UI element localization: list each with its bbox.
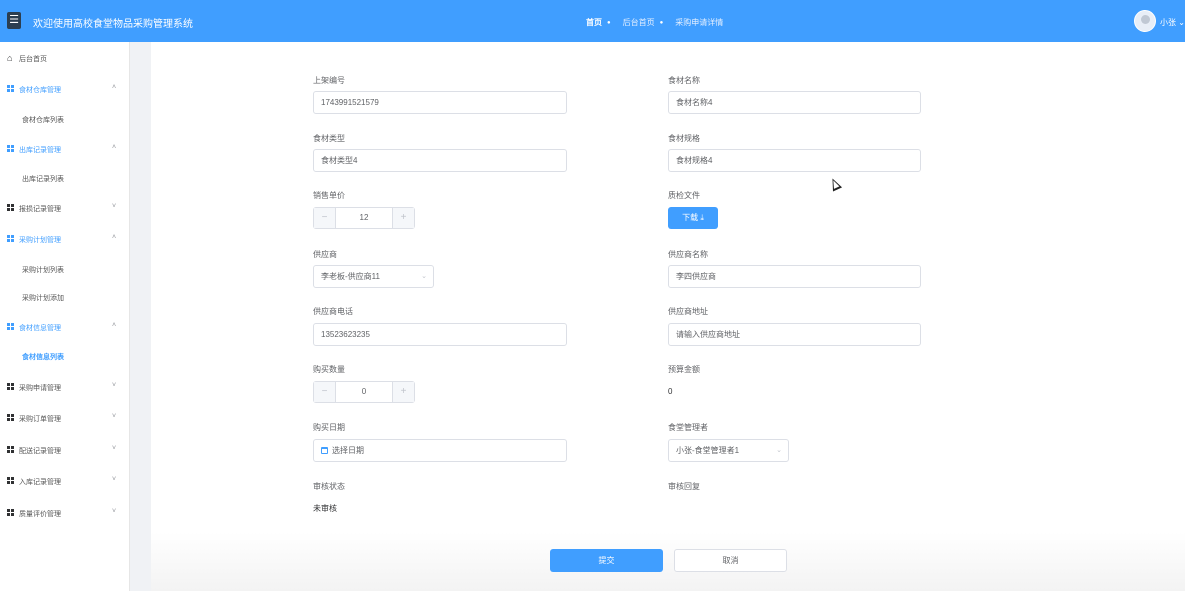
sidebar-group-delivery[interactable]: 配送记录管理 ˅ bbox=[0, 440, 130, 460]
budget-label: 预算金额 bbox=[668, 365, 700, 374]
chevron-up-icon: ˄ bbox=[112, 84, 117, 91]
grid-icon bbox=[7, 85, 15, 93]
supplier-phone-label: 供应商电话 bbox=[313, 307, 353, 316]
chevron-down-icon: ˅ bbox=[112, 382, 117, 389]
grid-icon bbox=[7, 235, 15, 243]
supplier-label: 供应商 bbox=[313, 250, 337, 259]
qc-file-label: 质检文件 bbox=[668, 191, 700, 200]
chevron-up-icon: ˄ bbox=[112, 322, 117, 329]
breadcrumb-separator-icon: ● bbox=[659, 19, 664, 26]
canteen-manager-label: 食堂管理者 bbox=[668, 423, 708, 432]
supplier-name-label: 供应商名称 bbox=[668, 250, 708, 259]
food-spec-input[interactable]: 食材规格4 bbox=[668, 149, 921, 172]
breadcrumb-item-home[interactable]: 首页 ● bbox=[586, 17, 611, 28]
supplier-select[interactable]: 李老板-供应商11 ⌄ bbox=[313, 265, 434, 288]
food-type-label: 食材类型 bbox=[313, 134, 345, 143]
sidebar-item-outbound-list[interactable]: 出库记录列表 bbox=[22, 174, 64, 184]
chevron-down-icon: ⌄ bbox=[776, 447, 782, 454]
supplier-phone-input[interactable]: 13523623235 bbox=[313, 323, 567, 346]
sidebar-group-purchase-request[interactable]: 采购申请管理 ˅ bbox=[0, 377, 130, 397]
chevron-up-icon: ˄ bbox=[112, 144, 117, 151]
purchase-date-label: 购买日期 bbox=[313, 423, 345, 432]
chevron-up-icon: ˄ bbox=[112, 234, 117, 241]
review-status-label: 审核状态 bbox=[313, 482, 345, 491]
food-name-label: 食材名称 bbox=[668, 76, 700, 85]
grid-icon bbox=[7, 383, 15, 391]
main-content: 上架编号 1743991521579 食材名称 食材名称4 食材类型 食材类型4… bbox=[151, 42, 1185, 591]
increment-button[interactable]: + bbox=[392, 382, 414, 402]
decrement-button[interactable]: − bbox=[314, 382, 336, 402]
chevron-down-icon: ˅ bbox=[112, 413, 117, 420]
grid-icon bbox=[7, 509, 15, 517]
grid-icon bbox=[7, 414, 15, 422]
sidebar: ⌂ 后台首页 食材仓库管理 ˄ 食材仓库列表 出库记录管理 ˄ 出库记录列表 报… bbox=[0, 42, 130, 591]
chevron-down-icon: ⌄ bbox=[1176, 18, 1185, 27]
increment-button[interactable]: + bbox=[392, 208, 414, 228]
supplier-name-input[interactable]: 李四供应商 bbox=[668, 265, 921, 288]
sidebar-group-food-info[interactable]: 食材信息管理 ˄ bbox=[0, 317, 130, 337]
user-menu[interactable]: 小张 ⌄ bbox=[1160, 17, 1185, 28]
decrement-button[interactable]: − bbox=[314, 208, 336, 228]
home-icon: ⌂ bbox=[7, 53, 13, 63]
download-button[interactable]: 下载 ⤓ bbox=[668, 207, 718, 229]
food-spec-label: 食材规格 bbox=[668, 134, 700, 143]
listing-no-label: 上架编号 bbox=[313, 76, 345, 85]
quantity-label: 购买数量 bbox=[313, 365, 345, 374]
food-name-input[interactable]: 食材名称4 bbox=[668, 91, 921, 114]
sidebar-group-food-warehouse[interactable]: 食材仓库管理 ˄ bbox=[0, 79, 130, 99]
chevron-down-icon: ˅ bbox=[112, 445, 117, 452]
breadcrumb: 首页 ● 后台首页 ● 采购申请详情 bbox=[586, 17, 723, 28]
sidebar-group-inbound[interactable]: 入库记录管理 ˅ bbox=[0, 471, 130, 491]
supplier-address-input[interactable]: 请输入供应商地址 bbox=[668, 323, 921, 346]
submit-button[interactable]: 提交 bbox=[550, 549, 663, 572]
breadcrumb-item-dashboard[interactable]: 后台首页 ● bbox=[623, 17, 664, 28]
breadcrumb-separator-icon: ● bbox=[607, 19, 611, 26]
app-title: 欢迎使用高校食堂物品采购管理系统 bbox=[33, 19, 193, 30]
chevron-down-icon: ˅ bbox=[112, 476, 117, 483]
chevron-down-icon: ˅ bbox=[112, 508, 117, 515]
sidebar-group-loss[interactable]: 报损记录管理 ˅ bbox=[0, 198, 130, 218]
grid-icon bbox=[7, 204, 15, 212]
chevron-down-icon: ⌄ bbox=[421, 273, 427, 280]
sidebar-group-quality[interactable]: 质量评价管理 ˅ bbox=[0, 503, 130, 523]
unit-price-value[interactable]: 12 bbox=[336, 208, 392, 228]
food-type-input[interactable]: 食材类型4 bbox=[313, 149, 567, 172]
listing-no-input[interactable]: 1743991521579 bbox=[313, 91, 567, 114]
budget-value: 0 bbox=[668, 387, 673, 396]
unit-price-label: 销售单价 bbox=[313, 191, 345, 200]
review-reply-label: 审核回复 bbox=[668, 482, 700, 491]
sidebar-group-outbound[interactable]: 出库记录管理 ˄ bbox=[0, 139, 130, 159]
breadcrumb-item-current: 采购申请详情 bbox=[675, 18, 724, 27]
sidebar-item-food-warehouse-list[interactable]: 食材仓库列表 bbox=[22, 115, 64, 125]
sidebar-item-purchase-plan-add[interactable]: 采购计划添加 bbox=[22, 293, 64, 303]
menu-toggle-icon[interactable]: ☰ bbox=[7, 12, 21, 29]
grid-icon bbox=[7, 145, 15, 153]
quantity-stepper: − 0 + bbox=[313, 381, 415, 403]
avatar[interactable] bbox=[1134, 10, 1156, 32]
sidebar-group-purchase-plan[interactable]: 采购计划管理 ˄ bbox=[0, 229, 130, 249]
top-header: ☰ 欢迎使用高校食堂物品采购管理系统 首页 ● 后台首页 ● 采购申请详情 小张 ⌄ bbox=[0, 0, 1185, 42]
review-status-value: 未审核 bbox=[313, 504, 337, 513]
supplier-address-label: 供应商地址 bbox=[668, 307, 708, 316]
sidebar-item-food-info-list[interactable]: 食材信息列表 bbox=[22, 352, 64, 362]
grid-icon bbox=[7, 446, 15, 454]
quantity-value[interactable]: 0 bbox=[336, 382, 392, 402]
sidebar-item-purchase-plan-list[interactable]: 采购计划列表 bbox=[22, 265, 64, 275]
sidebar-group-purchase-order[interactable]: 采购订单管理 ˅ bbox=[0, 408, 130, 428]
form-footer bbox=[151, 532, 1185, 591]
cancel-button[interactable]: 取消 bbox=[674, 549, 787, 572]
grid-icon bbox=[7, 323, 15, 331]
calendar-icon bbox=[321, 447, 328, 454]
grid-icon bbox=[7, 477, 15, 485]
unit-price-stepper: − 12 + bbox=[313, 207, 415, 229]
chevron-down-icon: ˅ bbox=[112, 203, 117, 210]
purchase-date-picker[interactable]: 选择日期 bbox=[313, 439, 567, 462]
sidebar-item-home[interactable]: ⌂ 后台首页 bbox=[0, 48, 130, 68]
canteen-manager-select[interactable]: 小张-食堂管理者1 ⌄ bbox=[668, 439, 789, 462]
